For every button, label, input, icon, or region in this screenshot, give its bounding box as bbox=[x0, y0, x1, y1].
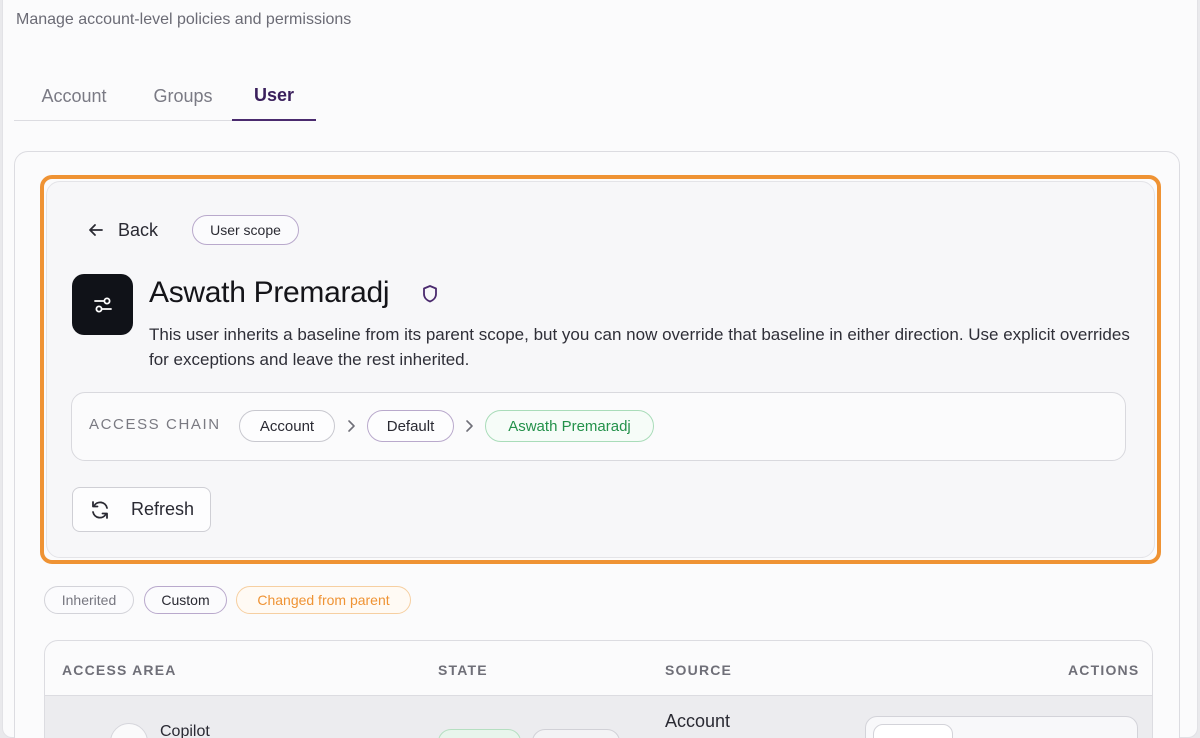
chain-item-account[interactable]: Account bbox=[239, 410, 335, 442]
row-source: Account bbox=[665, 711, 731, 731]
tab-groups[interactable]: Groups bbox=[134, 72, 232, 120]
chevron-right-icon bbox=[348, 420, 355, 432]
refresh-icon bbox=[92, 500, 108, 519]
user-scope-badge: User scope bbox=[192, 215, 299, 245]
shield-icon bbox=[423, 285, 437, 303]
refresh-label: Refresh bbox=[131, 499, 195, 519]
state-custom-pill[interactable] bbox=[532, 729, 620, 738]
avatar bbox=[72, 274, 133, 335]
page-subtitle: Manage account-level policies and permis… bbox=[16, 11, 352, 28]
legend-inherited: Inherited bbox=[44, 586, 134, 614]
tab-account[interactable]: Account bbox=[14, 72, 134, 120]
scope-tabs: Account Groups User bbox=[14, 72, 316, 121]
access-chain-label: ACCESS CHAIN bbox=[89, 416, 221, 433]
back-button[interactable]: Back bbox=[86, 217, 158, 243]
column-header-source: SOURCE bbox=[665, 662, 733, 678]
refresh-button[interactable]: Refresh bbox=[72, 487, 211, 532]
legend-custom: Custom bbox=[144, 586, 227, 614]
user-description: This user inherits a baseline from its p… bbox=[149, 325, 1130, 369]
arrow-left-icon bbox=[89, 224, 103, 236]
column-header-state: STATE bbox=[438, 662, 488, 678]
action-option[interactable] bbox=[873, 724, 953, 738]
chevron-right-icon bbox=[466, 420, 473, 432]
legend-changed-from-parent: Changed from parent bbox=[236, 586, 411, 614]
user-name-title: Aswath Premaradj bbox=[149, 276, 390, 309]
back-label: Back bbox=[118, 219, 159, 240]
column-header-access-area: ACCESS AREA bbox=[62, 662, 177, 678]
state-inherited-pill[interactable] bbox=[438, 729, 521, 738]
chain-item-default[interactable]: Default bbox=[367, 410, 454, 442]
sliders-icon bbox=[93, 297, 112, 312]
column-header-actions: ACTIONS bbox=[1068, 662, 1140, 678]
tab-user[interactable]: User bbox=[232, 72, 316, 121]
chain-item-user[interactable]: Aswath Premaradj bbox=[485, 410, 654, 442]
access-area-name: Copilot bbox=[160, 723, 210, 738]
